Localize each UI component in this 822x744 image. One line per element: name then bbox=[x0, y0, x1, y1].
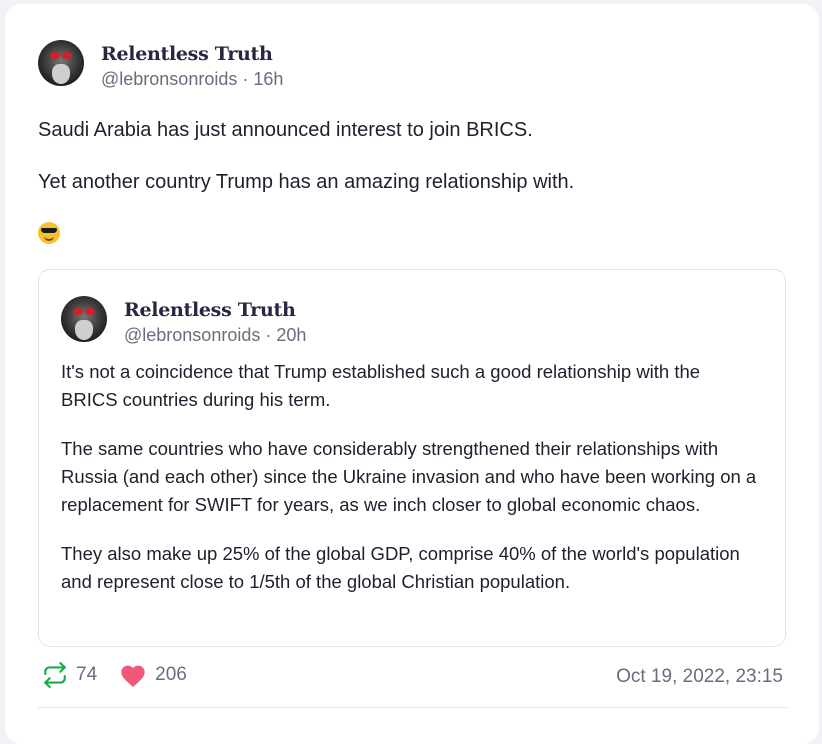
avatar-eye-right bbox=[62, 52, 72, 59]
post-timestamp[interactable]: Oct 19, 2022, 23:15 bbox=[616, 666, 783, 688]
post-card: Relentless Truth @lebronsonroids · 16h S… bbox=[5, 4, 819, 744]
author-display-name[interactable]: Relentless Truth bbox=[101, 42, 283, 66]
separator-dot: · bbox=[242, 69, 254, 89]
retruth-button[interactable]: 74 bbox=[42, 662, 97, 688]
avatar-eye-left bbox=[73, 308, 83, 315]
like-count: 206 bbox=[155, 664, 187, 685]
author-handle[interactable]: @lebronsonroids bbox=[101, 69, 237, 89]
quote-post-age[interactable]: 20h bbox=[276, 325, 306, 345]
like-button[interactable]: 206 bbox=[119, 662, 187, 688]
quote-body: It's not a coincidence that Trump establ… bbox=[61, 358, 761, 617]
quote-paragraph: They also make up 25% of the global GDP,… bbox=[61, 543, 740, 592]
sunglasses-shape bbox=[41, 228, 57, 233]
quote-author-handle-line: @lebronsonroids · 20h bbox=[124, 322, 306, 348]
quote-meta: Relentless Truth @lebronsonroids · 20h bbox=[124, 298, 306, 348]
smile-shape bbox=[44, 234, 54, 241]
quote-header: Relentless Truth @lebronsonroids · 20h bbox=[61, 296, 306, 348]
avatar-beard bbox=[52, 64, 70, 84]
heart-icon bbox=[121, 665, 145, 688]
quote-author-display-name[interactable]: Relentless Truth bbox=[124, 298, 306, 322]
avatar-eye-left bbox=[50, 52, 60, 59]
avatar-beard bbox=[75, 320, 93, 340]
quote-author-handle[interactable]: @lebronsonroids bbox=[124, 325, 260, 345]
avatar[interactable] bbox=[38, 40, 84, 86]
quote-paragraph: The same countries who have considerably… bbox=[61, 438, 757, 515]
post-paragraph: Saudi Arabia has just announced interest… bbox=[38, 119, 533, 141]
post-meta: Relentless Truth @lebronsonroids · 16h bbox=[101, 42, 283, 92]
quote-paragraph: It's not a coincidence that Trump establ… bbox=[61, 361, 701, 410]
avatar-eye-right bbox=[85, 308, 95, 315]
separator-dot: · bbox=[265, 325, 277, 345]
post-body: Saudi Arabia has just announced interest… bbox=[38, 116, 778, 252]
quote-avatar[interactable] bbox=[61, 296, 107, 342]
divider bbox=[38, 707, 787, 708]
retruth-icon bbox=[44, 662, 66, 688]
post-header: Relentless Truth @lebronsonroids · 16h bbox=[38, 40, 283, 92]
post-actions: 74 206 bbox=[42, 662, 209, 688]
quoted-post[interactable]: Relentless Truth @lebronsonroids · 20h I… bbox=[38, 269, 786, 647]
retruth-count: 74 bbox=[76, 664, 98, 685]
post-paragraph: Yet another country Trump has an amazing… bbox=[38, 171, 575, 193]
smiling-face-with-sunglasses-icon bbox=[38, 222, 60, 244]
post-age[interactable]: 16h bbox=[253, 69, 283, 89]
author-handle-line: @lebronsonroids · 16h bbox=[101, 66, 283, 92]
